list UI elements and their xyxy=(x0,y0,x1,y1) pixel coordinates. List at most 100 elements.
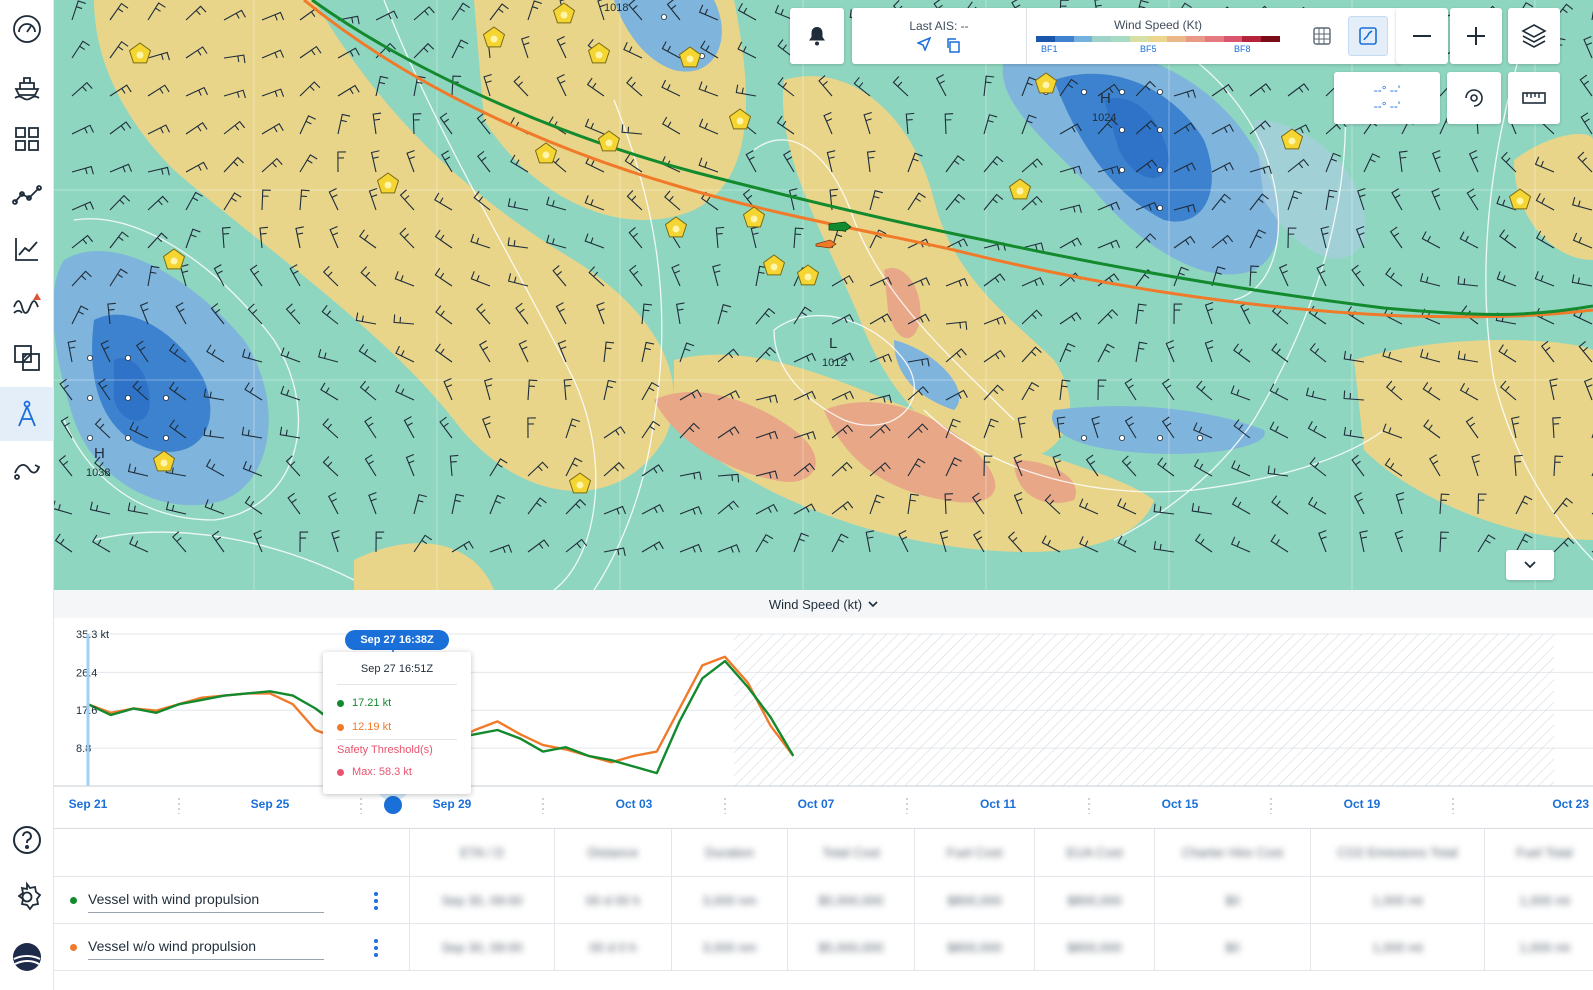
table-header-cell[interactable]: Fuel Total xyxy=(1484,829,1593,876)
calm-station-dot xyxy=(1119,434,1126,441)
ship-icon[interactable] xyxy=(0,58,54,112)
wind-speed-chart[interactable]: 35.3 kt26.417.68.8 Sep 21Sep 25Sep 29Oct… xyxy=(54,618,1593,828)
wind-speed-legend: Wind Speed (Kt) BF1 BF5 BF8 xyxy=(1027,8,1289,64)
zoom-in-button[interactable] xyxy=(1450,8,1502,64)
navigate-icon[interactable] xyxy=(917,37,931,51)
last-ais-label: Last AIS: -- xyxy=(909,19,969,33)
legend-ticks: BF1 BF5 BF8 xyxy=(1036,42,1280,54)
calm-station-dot xyxy=(1157,166,1164,173)
table-header-label: Fuel Cost xyxy=(946,845,1003,860)
layers-icon xyxy=(1521,24,1547,48)
bell-icon xyxy=(809,27,825,46)
y-tick-label: 35.3 kt xyxy=(76,629,109,641)
table-header-label: Distance xyxy=(587,845,639,860)
ruler-icon xyxy=(1522,92,1546,104)
tooltip-orange-value: 12.19 kt xyxy=(352,721,392,733)
cyclone-button[interactable] xyxy=(1447,72,1501,124)
vessel-color-dot xyxy=(70,944,77,951)
cyclone-icon xyxy=(1465,89,1483,107)
calm-station-dot xyxy=(1157,89,1164,96)
chart-metric-selector[interactable]: Wind Speed (kt) xyxy=(54,590,1593,618)
legend-tick: BF5 xyxy=(1140,44,1157,54)
table-cell-value: $5,000,000 xyxy=(818,939,884,955)
route-optimize-icon[interactable] xyxy=(0,442,54,496)
calm-station-dot xyxy=(1157,204,1164,211)
row-menu-button[interactable] xyxy=(370,892,382,910)
table-cell: 3,000 nm xyxy=(671,924,787,970)
calm-station-dot xyxy=(163,434,170,441)
calm-station-dot xyxy=(1119,127,1126,134)
line-chart-icon[interactable] xyxy=(0,222,54,276)
compass-icon[interactable] xyxy=(0,387,54,441)
weather-alert-icon[interactable] xyxy=(0,276,54,330)
route-icon[interactable] xyxy=(0,167,54,221)
table-header-label: EUA Cost xyxy=(1066,845,1123,860)
table-header-label: Fuel Total xyxy=(1516,845,1573,860)
settings-icon[interactable] xyxy=(0,870,54,924)
last-ais: Last AIS: -- xyxy=(852,8,1027,64)
table-cell: $800,000 xyxy=(1034,877,1154,923)
table-header-cell[interactable]: Fuel Cost xyxy=(914,829,1034,876)
table-cell-value: $5,000,000 xyxy=(818,892,884,908)
left-sidebar xyxy=(0,0,54,990)
calm-station-dot xyxy=(125,394,132,401)
table-cell-value: $800,000 xyxy=(947,892,1002,908)
table-cell-value: 1,000 mt xyxy=(1372,892,1423,908)
weather-map[interactable]: H 1038 H 1024 L 1012 1018 Last AIS: -- W… xyxy=(54,0,1593,590)
legend-tick: BF8 xyxy=(1234,44,1251,54)
tooltip-max-label: Max: 58.3 kt xyxy=(352,766,412,778)
coord-latitude: --° --' xyxy=(1373,83,1401,97)
table-header-cell[interactable]: CO2 Emissions Total xyxy=(1310,829,1484,876)
table-cell-value: 1,000 mt xyxy=(1519,939,1570,955)
measure-button[interactable] xyxy=(1508,72,1560,124)
help-icon[interactable] xyxy=(0,813,54,867)
table-cell: Sep 30, 09:00 xyxy=(409,877,554,923)
dashboard-icon[interactable] xyxy=(0,112,54,166)
vessel-color-dot xyxy=(70,897,77,904)
grid-heatmap-icon xyxy=(1313,27,1331,45)
table-header-cell[interactable]: Charter Hire Cost xyxy=(1154,829,1310,876)
table-cell: $800,000 xyxy=(914,877,1034,923)
table-cell: $5,000,000 xyxy=(787,877,914,923)
table-header-label: ETA / D xyxy=(460,845,504,860)
x-tick-label: Oct 11 xyxy=(980,797,1016,811)
table-header-cell[interactable]: ETA / D xyxy=(409,829,554,876)
speedometer-icon[interactable] xyxy=(0,2,54,56)
table-header-cell[interactable]: Duration xyxy=(671,829,787,876)
raster-view-button[interactable] xyxy=(1302,16,1342,56)
table-cell-value: $800,000 xyxy=(1067,939,1122,955)
cursor-time-badge: Sep 27 16:38Z xyxy=(345,630,449,650)
chart-tooltip: Sep 27 16:51Z 17.21 kt 12.19 kt Safety T… xyxy=(323,652,471,794)
x-tick-label: Sep 21 xyxy=(69,797,108,811)
row-menu-button[interactable] xyxy=(370,939,382,957)
table-cell: $800,000 xyxy=(1034,924,1154,970)
table-row[interactable]: Vessel w/o wind propulsion Sep 30, 09:00… xyxy=(54,924,1593,971)
collapse-map-button[interactable] xyxy=(1506,550,1554,580)
table-cell: 1,000 mt xyxy=(1484,924,1593,970)
table-cell-value: Sep 30, 09:00 xyxy=(441,939,523,955)
pressure-value: 1024 xyxy=(1092,112,1116,124)
table-header-cell[interactable]: EUA Cost xyxy=(1034,829,1154,876)
table-cell: 00 d 00 h xyxy=(554,877,671,923)
zoom-out-button[interactable] xyxy=(1396,8,1448,64)
table-cell-value: 1,000 mt xyxy=(1372,939,1423,955)
calm-station-dot xyxy=(1119,89,1126,96)
table-header-cell[interactable]: Total Cost xyxy=(787,829,914,876)
notification-button[interactable] xyxy=(790,8,844,64)
tooltip-safety-label: Safety Threshold(s) xyxy=(337,744,433,756)
copy-icon[interactable] xyxy=(945,37,961,53)
table-cell-value: Sep 30, 09:00 xyxy=(441,892,523,908)
table-cell: $0 xyxy=(1154,877,1310,923)
calm-station-dot xyxy=(163,394,170,401)
voyage-comparison-table: ETA / D Distance Duration Total Cost Fuel Co… xyxy=(54,828,1593,990)
calm-station-dot xyxy=(1157,127,1164,134)
table-cell-value: $0 xyxy=(1225,939,1240,955)
layers-button[interactable] xyxy=(1508,8,1560,64)
table-cell: 1,000 mt xyxy=(1310,924,1484,970)
x-tick-label: Sep 25 xyxy=(251,797,290,811)
table-cell-value: $0 xyxy=(1225,892,1240,908)
contour-view-button[interactable] xyxy=(1348,16,1388,56)
layers-compare-icon[interactable] xyxy=(0,331,54,385)
table-row[interactable]: Vessel with wind propulsion Sep 30, 09:0… xyxy=(54,877,1593,924)
table-header-cell[interactable]: Distance xyxy=(554,829,671,876)
